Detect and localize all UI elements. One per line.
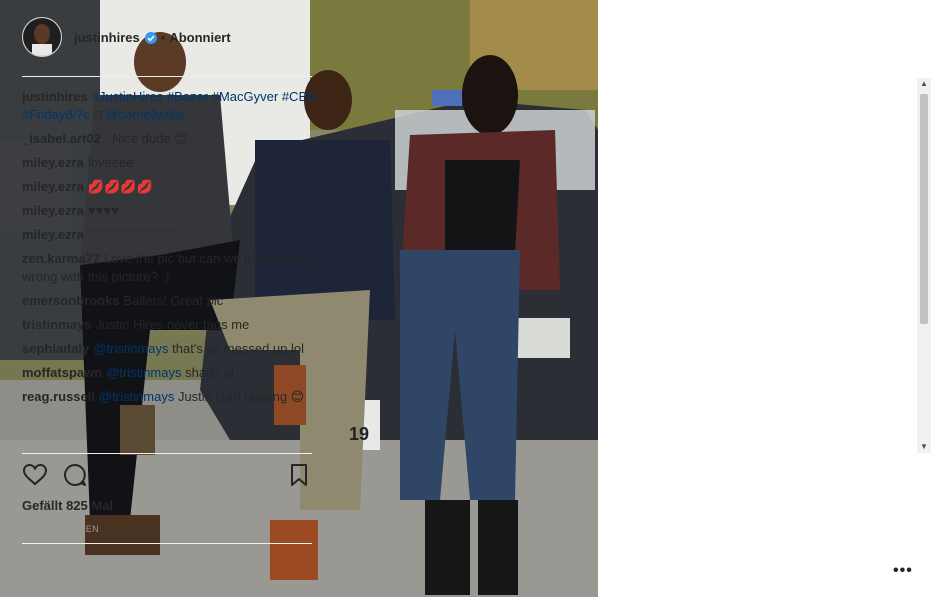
heart-icon[interactable] xyxy=(22,462,48,488)
comment-item: sephiadaly @tristinmays that's so messed … xyxy=(22,340,316,358)
bookmark-icon[interactable] xyxy=(286,462,312,488)
comment-username[interactable]: zen.karma77 xyxy=(22,251,100,266)
caption-hashtag[interactable]: #CBS xyxy=(282,89,316,104)
comment-text: Justin start tagging 😊 xyxy=(177,389,305,404)
comment-icon[interactable] xyxy=(62,462,88,488)
comment-username[interactable]: reag.russell xyxy=(22,389,95,404)
comment-item: miley.ezra ♡♡♡♡♡♡♡♡ xyxy=(22,226,316,244)
comment-item: emersonbrooks Ballers! Great pic xyxy=(22,292,316,310)
likes-count[interactable]: Gefällt 825 Mal xyxy=(22,498,113,513)
comment-text: shady af xyxy=(185,365,235,380)
caption-hashtag[interactable]: #Bozer xyxy=(167,89,208,104)
comment-text: Justin Hires never tags me xyxy=(95,317,250,332)
comment-text: loveeee xyxy=(87,155,134,170)
comment-text: ♡♡♡♡♡♡♡♡ xyxy=(87,227,182,242)
comment-item: moffatspawn @tristinmays shady af xyxy=(22,364,316,382)
caption-hashtag[interactable]: #MacGyver xyxy=(212,89,278,104)
caption-hashtag[interactable]: #JustinHires xyxy=(92,89,164,104)
comment-username[interactable]: tristinmays xyxy=(22,317,91,332)
license-plate-text: 19 xyxy=(349,424,369,444)
verified-icon xyxy=(144,31,157,44)
scrollbar-thumb[interactable] xyxy=(920,94,928,324)
scroll-down-arrow-icon[interactable]: ▼ xyxy=(917,441,931,453)
caption-username[interactable]: justinhires xyxy=(22,89,88,104)
caption-hashtag[interactable]: #Friday8/7c xyxy=(22,107,90,122)
add-comment-input[interactable]: Kommentar hinzufügen ... xyxy=(22,563,171,578)
comment-item: _isabel.art02_ Nice dude 😊 xyxy=(22,130,316,148)
caption-emoji: □ xyxy=(93,107,102,122)
comment-mention[interactable]: @tristinmays xyxy=(93,341,168,356)
comment-text: Ballers! Great pic xyxy=(123,293,224,308)
comments-list: justinhires #JustinHires #Bozer #MacGyver… xyxy=(22,88,316,453)
post-header: justinhires • Abonniert xyxy=(22,15,312,59)
comment-item: tristinmays Justin Hires never tags me xyxy=(22,316,316,334)
comment-item: reag.russell @tristinmays Justin start ta… xyxy=(22,388,316,406)
header-separator: • xyxy=(160,29,166,45)
comment-username[interactable]: miley.ezra xyxy=(22,203,84,218)
comment-item: zen.karma77 Love the pic but can we play … xyxy=(22,250,316,286)
comment-username[interactable]: miley.ezra xyxy=(22,179,84,194)
post-author-username[interactable]: justinhires xyxy=(74,30,140,45)
post-actions xyxy=(22,462,314,492)
comment-username[interactable]: miley.ezra xyxy=(22,227,84,242)
comment-item: miley.ezra 💋💋💋💋 xyxy=(22,178,316,196)
comment-text: Nice dude 😊 xyxy=(112,131,188,146)
caption: justinhires #JustinHires #Bozer #MacGyver… xyxy=(22,88,316,124)
comment-text: ♥♥♥♥ xyxy=(87,203,119,218)
avatar[interactable] xyxy=(22,17,62,57)
comments-scrollbar[interactable]: ▲ ▼ xyxy=(917,78,931,453)
comment-username[interactable]: moffatspawn xyxy=(22,365,102,380)
comment-mention[interactable]: @tristinmays xyxy=(106,365,181,380)
comment-item: miley.ezra loveeee xyxy=(22,154,316,172)
comment-mention[interactable]: @tristinmays xyxy=(99,389,174,404)
follow-status-button[interactable]: Abonniert xyxy=(169,30,230,45)
post-timestamp: VOR 3 STUNDEN xyxy=(22,524,99,534)
comment-username[interactable]: miley.ezra xyxy=(22,155,84,170)
comment-input-divider xyxy=(22,543,312,544)
comment-username[interactable]: sephiadaly xyxy=(22,341,89,356)
comment-item: miley.ezra ♥♥♥♥ xyxy=(22,202,316,220)
caption-mention[interactable]: @cornellwillis xyxy=(105,107,184,122)
scroll-up-arrow-icon[interactable]: ▲ xyxy=(917,78,931,90)
avatar-image xyxy=(23,18,61,56)
comment-text: that's so messed up lol xyxy=(172,341,304,356)
actions-divider xyxy=(22,453,312,454)
post-details-panel xyxy=(598,0,933,597)
header-divider xyxy=(22,76,312,77)
more-options-icon[interactable]: ••• xyxy=(893,562,913,580)
comment-username[interactable]: _isabel.art02_ xyxy=(22,131,108,146)
comment-text: 💋💋💋💋 xyxy=(87,179,153,194)
comment-username[interactable]: emersonbrooks xyxy=(22,293,120,308)
